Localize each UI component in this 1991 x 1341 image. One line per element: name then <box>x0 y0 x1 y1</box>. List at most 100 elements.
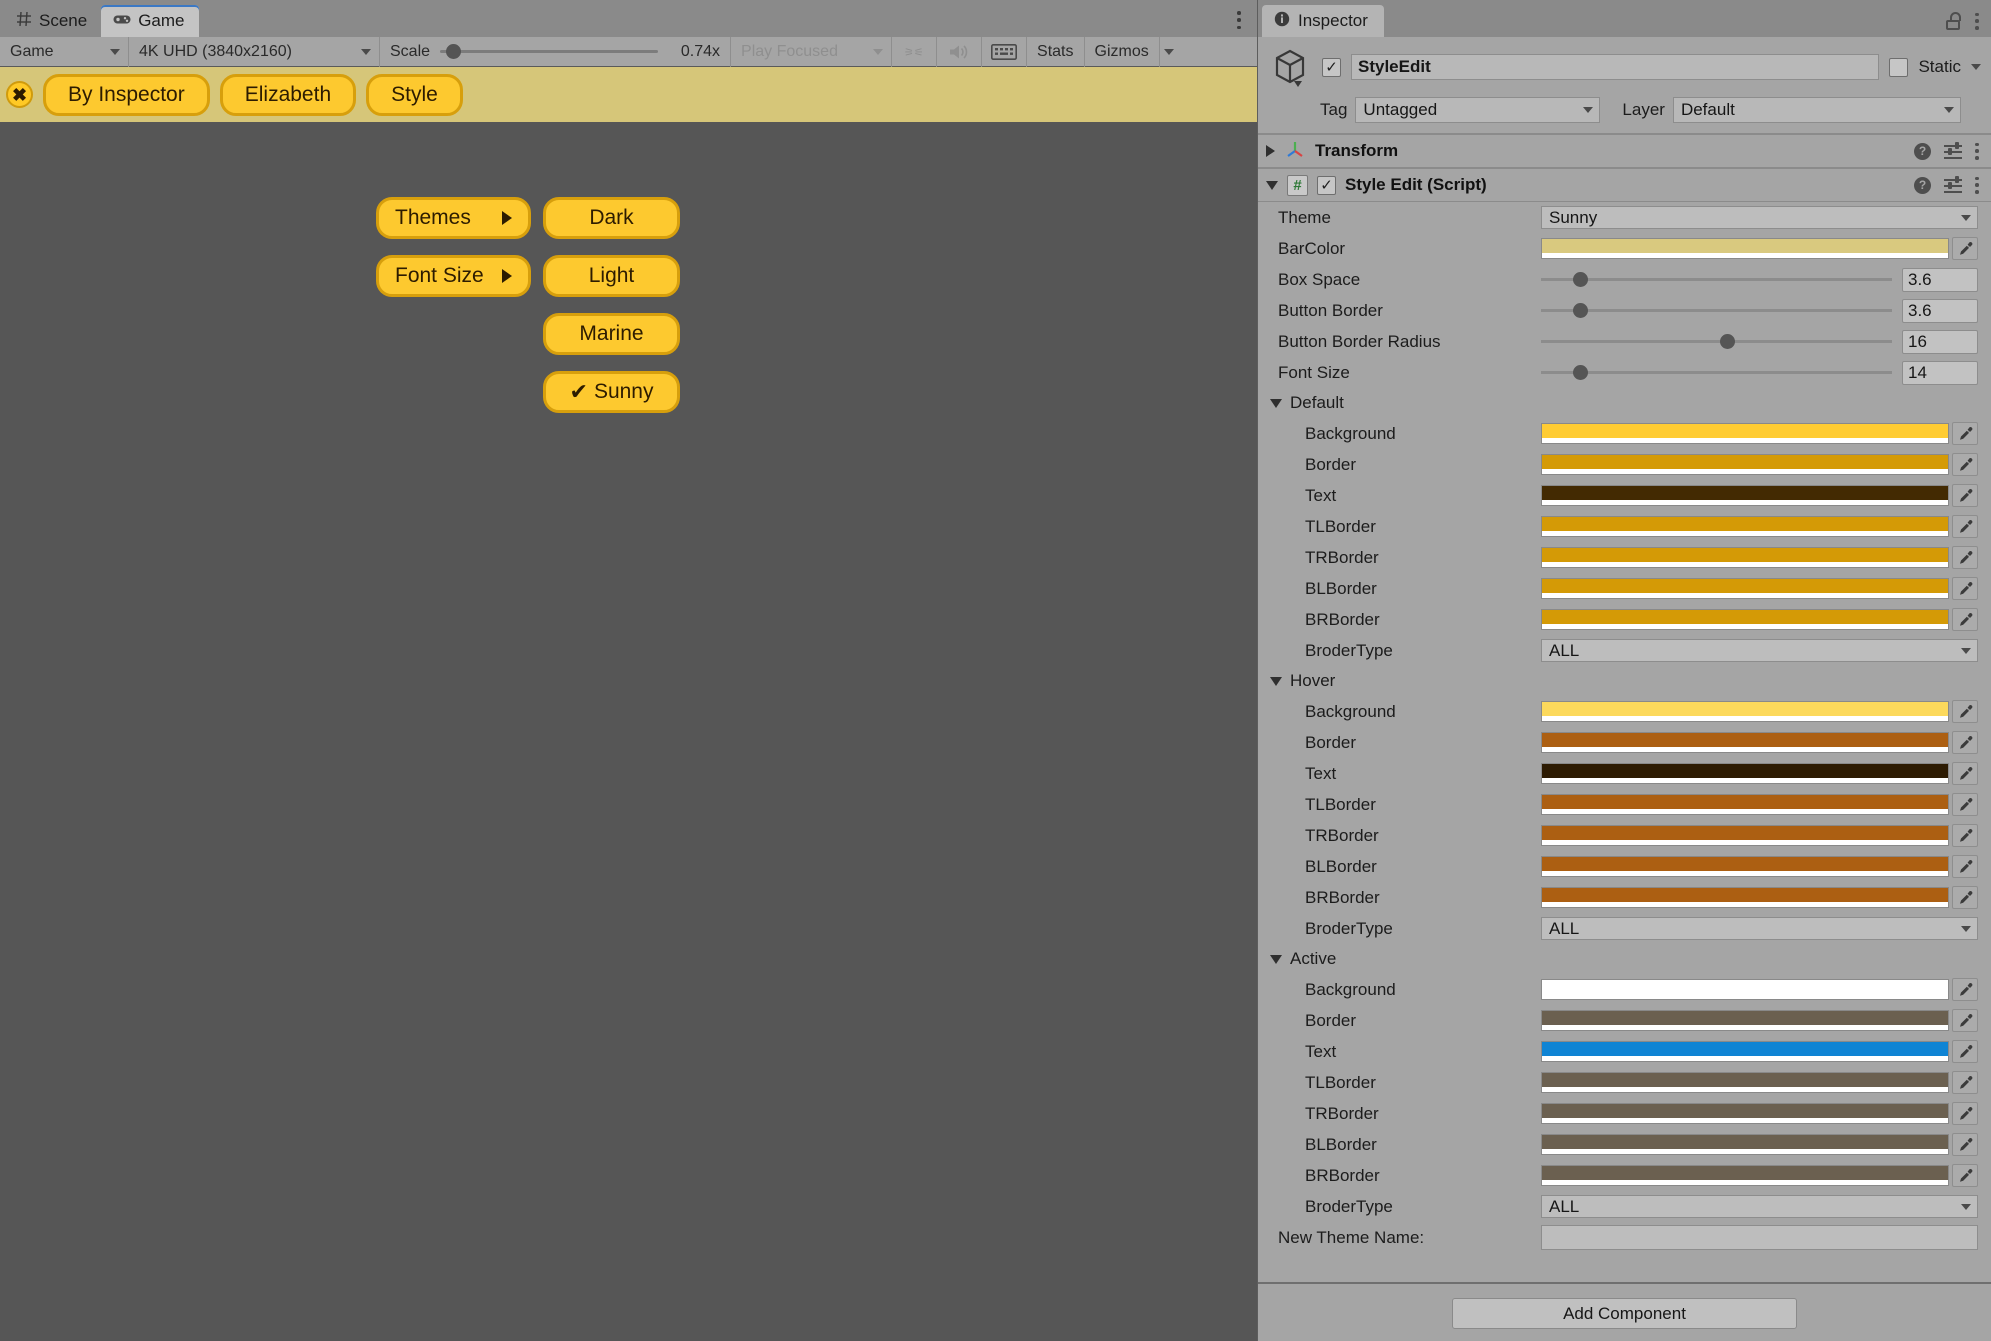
slider-track[interactable] <box>1541 334 1892 349</box>
help-icon[interactable]: ? <box>1914 176 1931 194</box>
slider[interactable] <box>1541 334 1892 349</box>
preset-icon[interactable] <box>1944 176 1962 193</box>
foldout-arrow-icon[interactable] <box>1270 676 1282 686</box>
theme-dropdown[interactable]: Sunny <box>1541 206 1978 229</box>
color-swatch[interactable] <box>1541 701 1949 722</box>
eyedropper-icon[interactable] <box>1952 608 1978 631</box>
gizmos-dropdown[interactable] <box>1160 37 1182 67</box>
slider-knob[interactable] <box>1572 365 1588 380</box>
scale-control[interactable]: Scale 0.74x <box>380 37 730 67</box>
tab-inspector[interactable]: Inspector <box>1262 5 1384 37</box>
scale-slider-knob[interactable] <box>446 44 462 59</box>
component-enabled-checkbox[interactable]: ✓ <box>1317 175 1336 195</box>
color-swatch[interactable] <box>1541 856 1949 877</box>
new-theme-name-input[interactable] <box>1541 1225 1978 1250</box>
ingame-theme-dark[interactable]: Dark <box>543 197 680 239</box>
color-swatch[interactable] <box>1541 1041 1949 1062</box>
section-header-active[interactable]: Active <box>1258 944 1991 974</box>
ingame-menu-item-font-size[interactable]: Font Size <box>376 255 531 297</box>
stats-button[interactable]: Stats <box>1027 37 1083 67</box>
eyedropper-icon[interactable] <box>1952 515 1978 538</box>
eyedropper-icon[interactable] <box>1952 546 1978 569</box>
ingame-button-style[interactable]: Style <box>366 73 463 116</box>
layer-dropdown[interactable]: Default <box>1672 97 1961 123</box>
display-select[interactable]: Game <box>0 37 128 67</box>
barcolor-swatch[interactable] <box>1541 238 1949 259</box>
color-swatch[interactable] <box>1541 732 1949 753</box>
foldout-arrow-icon[interactable] <box>1266 180 1278 190</box>
slider-value-field[interactable]: 3.6 <box>1902 267 1978 292</box>
eyedropper-icon[interactable] <box>1952 1009 1978 1032</box>
color-swatch[interactable] <box>1541 454 1949 475</box>
lock-open-icon[interactable] <box>1946 12 1961 30</box>
slider[interactable] <box>1541 365 1892 380</box>
preset-icon[interactable] <box>1944 142 1962 159</box>
color-swatch[interactable] <box>1541 794 1949 815</box>
eyedropper-icon[interactable] <box>1952 577 1978 600</box>
tab-game[interactable]: Game <box>101 5 199 37</box>
eyedropper-icon[interactable] <box>1952 422 1978 445</box>
slider-knob[interactable] <box>1572 272 1588 287</box>
eyedropper-icon[interactable] <box>1952 237 1978 260</box>
slider-value-field[interactable]: 14 <box>1902 360 1978 385</box>
bordertype-dropdown[interactable]: ALL <box>1541 917 1978 940</box>
slider[interactable] <box>1541 303 1892 318</box>
eyedropper-icon[interactable] <box>1952 1133 1978 1156</box>
kebab-menu-icon[interactable] <box>1975 176 1979 194</box>
foldout-arrow-icon[interactable] <box>1270 954 1282 964</box>
color-swatch[interactable] <box>1541 979 1949 1000</box>
bordertype-dropdown[interactable]: ALL <box>1541 1195 1978 1218</box>
eyedropper-icon[interactable] <box>1952 762 1978 785</box>
eyedropper-icon[interactable] <box>1952 886 1978 909</box>
eyedropper-icon[interactable] <box>1952 824 1978 847</box>
color-swatch[interactable] <box>1541 423 1949 444</box>
eyedropper-icon[interactable] <box>1952 1071 1978 1094</box>
ingame-theme-sunny[interactable]: ✔ Sunny <box>543 371 680 413</box>
eyedropper-icon[interactable] <box>1952 855 1978 878</box>
slider-knob[interactable] <box>1572 303 1588 318</box>
color-swatch[interactable] <box>1541 825 1949 846</box>
color-swatch[interactable] <box>1541 887 1949 908</box>
static-checkbox[interactable] <box>1889 57 1909 77</box>
ingame-button-by-inspector[interactable]: By Inspector <box>43 73 210 116</box>
gameobject-name-field[interactable]: StyleEdit <box>1351 54 1880 80</box>
slider[interactable] <box>1541 272 1892 287</box>
eyedropper-icon[interactable] <box>1952 793 1978 816</box>
section-header-hover[interactable]: Hover <box>1258 666 1991 696</box>
eyedropper-icon[interactable] <box>1952 700 1978 723</box>
slider-knob[interactable] <box>1720 334 1736 349</box>
static-dropdown-icon[interactable] <box>1971 64 1981 70</box>
eyedropper-icon[interactable] <box>1952 978 1978 1001</box>
color-swatch[interactable] <box>1541 485 1949 506</box>
color-swatch[interactable] <box>1541 1010 1949 1031</box>
color-swatch[interactable] <box>1541 547 1949 568</box>
color-swatch[interactable] <box>1541 578 1949 599</box>
add-component-button[interactable]: Add Component <box>1452 1298 1797 1329</box>
eyedropper-icon[interactable] <box>1952 731 1978 754</box>
close-x-icon[interactable]: ✖ <box>6 81 33 108</box>
color-swatch[interactable] <box>1541 763 1949 784</box>
color-swatch[interactable] <box>1541 1103 1949 1124</box>
ingame-menu-item-themes[interactable]: Themes <box>376 197 531 239</box>
tag-dropdown[interactable]: Untagged <box>1355 97 1601 123</box>
foldout-arrow-icon[interactable] <box>1266 145 1275 157</box>
color-swatch[interactable] <box>1541 516 1949 537</box>
mute-audio-icon[interactable] <box>937 37 981 67</box>
slider-track[interactable] <box>1541 365 1892 380</box>
eyedropper-icon[interactable] <box>1952 1164 1978 1187</box>
kebab-menu-icon[interactable] <box>1975 12 1979 30</box>
eyedropper-icon[interactable] <box>1952 1102 1978 1125</box>
game-view-render-area[interactable]: ✖ By Inspector Elizabeth Style Themes Fo… <box>0 67 1257 1341</box>
bordertype-dropdown[interactable]: ALL <box>1541 639 1978 662</box>
foldout-arrow-icon[interactable] <box>1270 398 1282 408</box>
keyboard-icon[interactable] <box>982 37 1026 67</box>
section-header-default[interactable]: Default <box>1258 388 1991 418</box>
slider-value-field[interactable]: 3.6 <box>1902 298 1978 323</box>
resolution-select[interactable]: 4K UHD (3840x2160) <box>129 37 379 67</box>
gameobject-enabled-checkbox[interactable]: ✓ <box>1322 57 1341 77</box>
eyedropper-icon[interactable] <box>1952 453 1978 476</box>
aspect-select[interactable]: Play Focused <box>731 37 891 67</box>
low-resolution-aspect-ratios-icon[interactable]: ⚞⚟ <box>892 37 936 67</box>
eyedropper-icon[interactable] <box>1952 1040 1978 1063</box>
game-panel-menu-icon[interactable] <box>1237 11 1241 29</box>
